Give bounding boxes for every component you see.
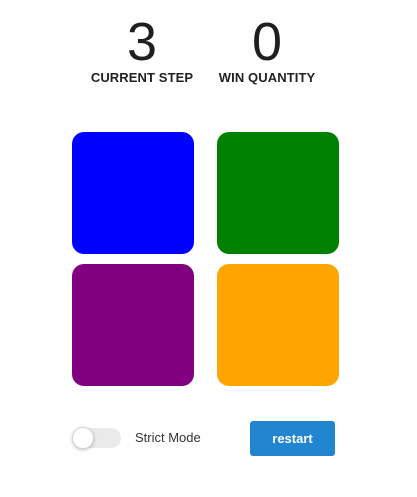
blue-pad[interactable] (72, 132, 194, 254)
win-quantity-counter: 0 WIN QUANTITY (207, 14, 327, 85)
simon-game: 3 CURRENT STEP 0 WIN QUANTITY Strict Mod… (0, 0, 417, 497)
current-step-label: CURRENT STEP (90, 70, 194, 85)
strict-mode-label: Strict Mode (135, 430, 201, 445)
current-step-value: 3 (126, 12, 158, 72)
purple-pad[interactable] (72, 264, 194, 386)
orange-pad[interactable] (217, 264, 339, 386)
current-step-counter: 3 CURRENT STEP (85, 14, 199, 85)
green-pad[interactable] (217, 132, 339, 254)
win-quantity-label: WIN QUANTITY (218, 70, 316, 85)
win-quantity-value: 0 (251, 12, 283, 72)
restart-button[interactable]: restart (250, 421, 335, 456)
strict-mode-toggle-knob (72, 427, 94, 449)
strict-mode-toggle[interactable] (72, 427, 121, 449)
